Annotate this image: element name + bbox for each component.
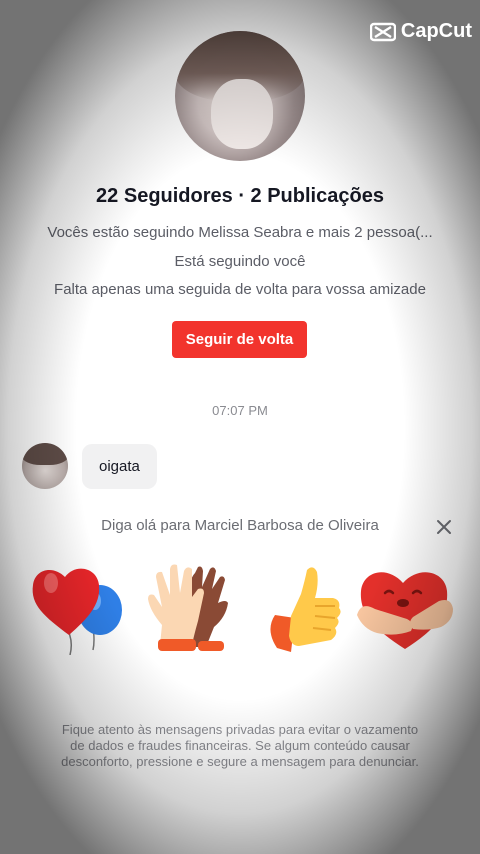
watermark-text: CapCut bbox=[400, 20, 472, 42]
capcut-logo-icon bbox=[369, 22, 396, 41]
thumbs-up-icon[interactable] bbox=[255, 560, 355, 660]
mutual-following-info: Vocês estão seguindo Melissa Seabra e ma… bbox=[47, 224, 433, 241]
profile-stats: 22 Seguidores · 2 Publicações bbox=[96, 185, 384, 207]
message-bubble[interactable]: oigata bbox=[82, 443, 157, 489]
capcut-watermark: CapCut bbox=[369, 20, 472, 43]
sticker-row bbox=[0, 555, 480, 665]
heart-hug-icon[interactable] bbox=[355, 557, 455, 657]
message-row: oigata bbox=[22, 443, 157, 489]
close-icon[interactable] bbox=[435, 518, 453, 536]
high-five-hands-icon[interactable] bbox=[140, 555, 240, 655]
follow-back-button[interactable]: Seguir de volta bbox=[172, 321, 307, 358]
profile-avatar[interactable] bbox=[175, 31, 305, 161]
heart-balloons-icon[interactable] bbox=[25, 555, 125, 655]
friendship-hint: Falta apenas uma seguida de volta para v… bbox=[54, 281, 426, 298]
message-timestamp: 07:07 PM bbox=[212, 403, 268, 418]
sender-avatar[interactable] bbox=[22, 443, 68, 489]
follows-you-label: Está seguindo você bbox=[174, 253, 306, 270]
greeting-prompt: Diga olá para Marciel Barbosa de Oliveir… bbox=[101, 517, 379, 534]
safety-notice: Fique atento às mensagens privadas para … bbox=[61, 722, 419, 769]
